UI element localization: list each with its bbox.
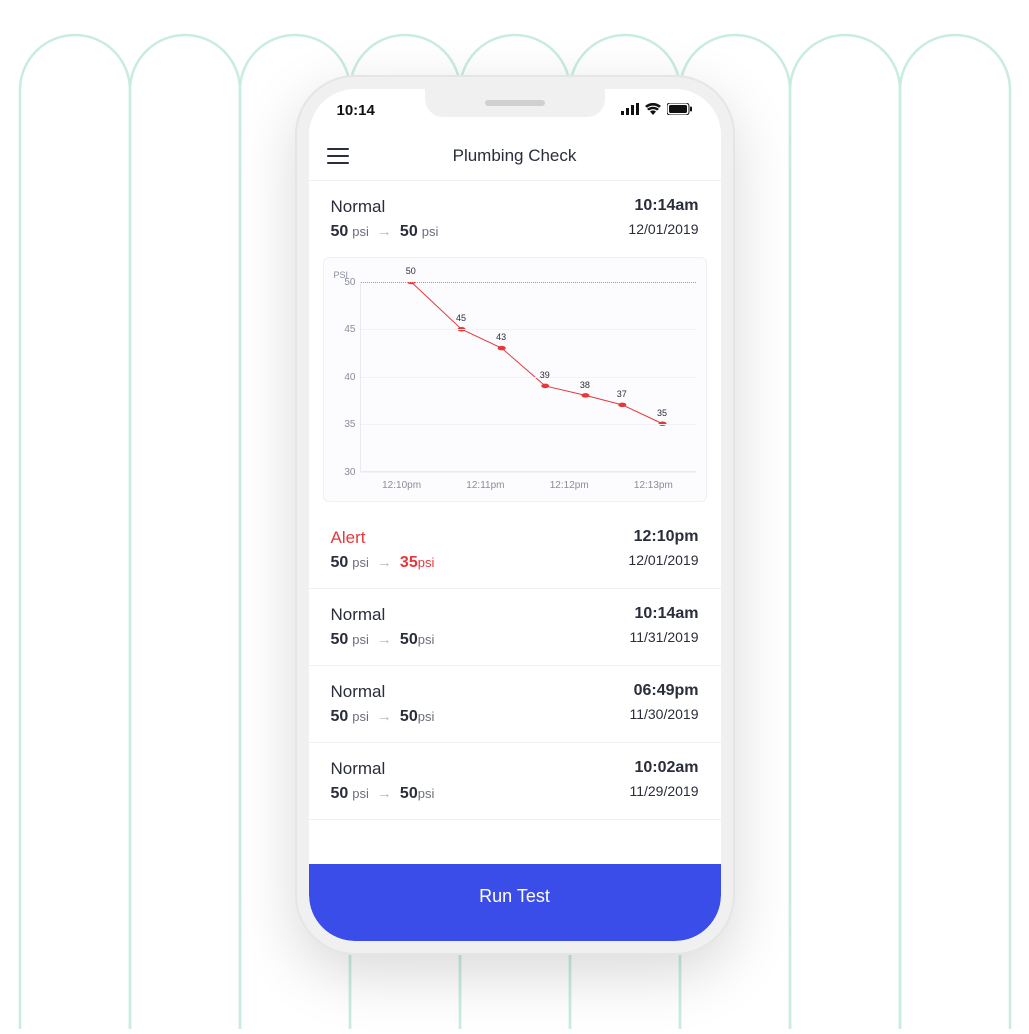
chart-plot-area: 50454339383735	[360, 282, 696, 472]
chart-point-label: 45	[456, 313, 466, 323]
phone-notch	[425, 89, 605, 117]
reading-date: 11/29/2019	[629, 783, 698, 799]
chart-y-axis: 5045403530	[334, 282, 360, 472]
psi-reading: 50psi→50psi	[331, 708, 435, 726]
psi-reading: 50psi→50psi	[331, 631, 435, 649]
reading-date: 11/31/2019	[629, 629, 698, 645]
arrow-right-icon: →	[377, 631, 392, 648]
chart-x-axis: 12:10pm12:11pm12:12pm12:13pm	[334, 480, 696, 491]
chart-point-label: 37	[617, 389, 627, 399]
page-title: Plumbing Check	[453, 146, 577, 166]
phone-screen: 10:14 Plumbing Check Normal 50psi →	[309, 89, 721, 941]
status-label: Normal	[331, 759, 435, 779]
content-scroll[interactable]: Normal 50psi → 50psi 10:14am 12/01/2019 …	[309, 181, 721, 864]
wifi-icon	[645, 102, 661, 119]
history-row-alert[interactable]: Alert 50psi→35psi 12:10pm 12/01/2019	[309, 512, 721, 589]
status-label: Normal	[331, 682, 435, 702]
menu-icon[interactable]	[327, 148, 349, 164]
reading-time: 10:14am	[629, 605, 698, 623]
app-header: Plumbing Check	[309, 133, 721, 181]
chart-point-label: 35	[657, 408, 667, 418]
arrow-right-icon: →	[377, 554, 392, 571]
battery-icon	[667, 102, 693, 119]
chart-point-label: 38	[580, 380, 590, 390]
history-row[interactable]: Normal 50psi→50psi 10:14am 11/31/2019	[309, 589, 721, 666]
arrow-right-icon: →	[377, 223, 392, 240]
signal-icon	[621, 102, 639, 119]
psi-reading: 50psi → 50psi	[331, 223, 439, 241]
reading-time: 12:10pm	[628, 528, 698, 546]
status-label: Normal	[331, 197, 439, 217]
chart-y-label: PSI	[334, 270, 696, 280]
status-time: 10:14	[337, 102, 375, 119]
reading-time: 10:02am	[629, 759, 698, 777]
phone-frame: 10:14 Plumbing Check Normal 50psi →	[295, 75, 735, 955]
run-test-button[interactable]: Run Test	[309, 864, 721, 941]
psi-reading: 50psi→50psi	[331, 785, 435, 803]
history-row[interactable]: Normal 50psi→50psi 06:49pm 11/30/2019	[309, 666, 721, 743]
psi-reading: 50psi→35psi	[331, 554, 435, 572]
reading-time: 06:49pm	[629, 682, 698, 700]
current-status-row: Normal 50psi → 50psi 10:14am 12/01/2019	[309, 181, 721, 257]
history-row[interactable]: Normal 50psi→50psi 10:02am 11/29/2019	[309, 743, 721, 820]
reading-date: 12/01/2019	[628, 552, 698, 568]
status-label: Normal	[331, 605, 435, 625]
arrow-right-icon: →	[377, 708, 392, 725]
arrow-right-icon: →	[377, 785, 392, 802]
pressure-chart: PSI 5045403530 50 45 43 39 38 37 35 12:10pm12:…	[323, 257, 707, 502]
status-label: Alert	[331, 528, 435, 548]
chart-point-label: 39	[540, 370, 550, 380]
reading-time: 10:14am	[628, 197, 698, 215]
reading-date: 12/01/2019	[628, 221, 698, 237]
chart-point-label: 50	[406, 266, 416, 276]
chart-point-label: 43	[496, 332, 506, 342]
reading-date: 11/30/2019	[629, 706, 698, 722]
